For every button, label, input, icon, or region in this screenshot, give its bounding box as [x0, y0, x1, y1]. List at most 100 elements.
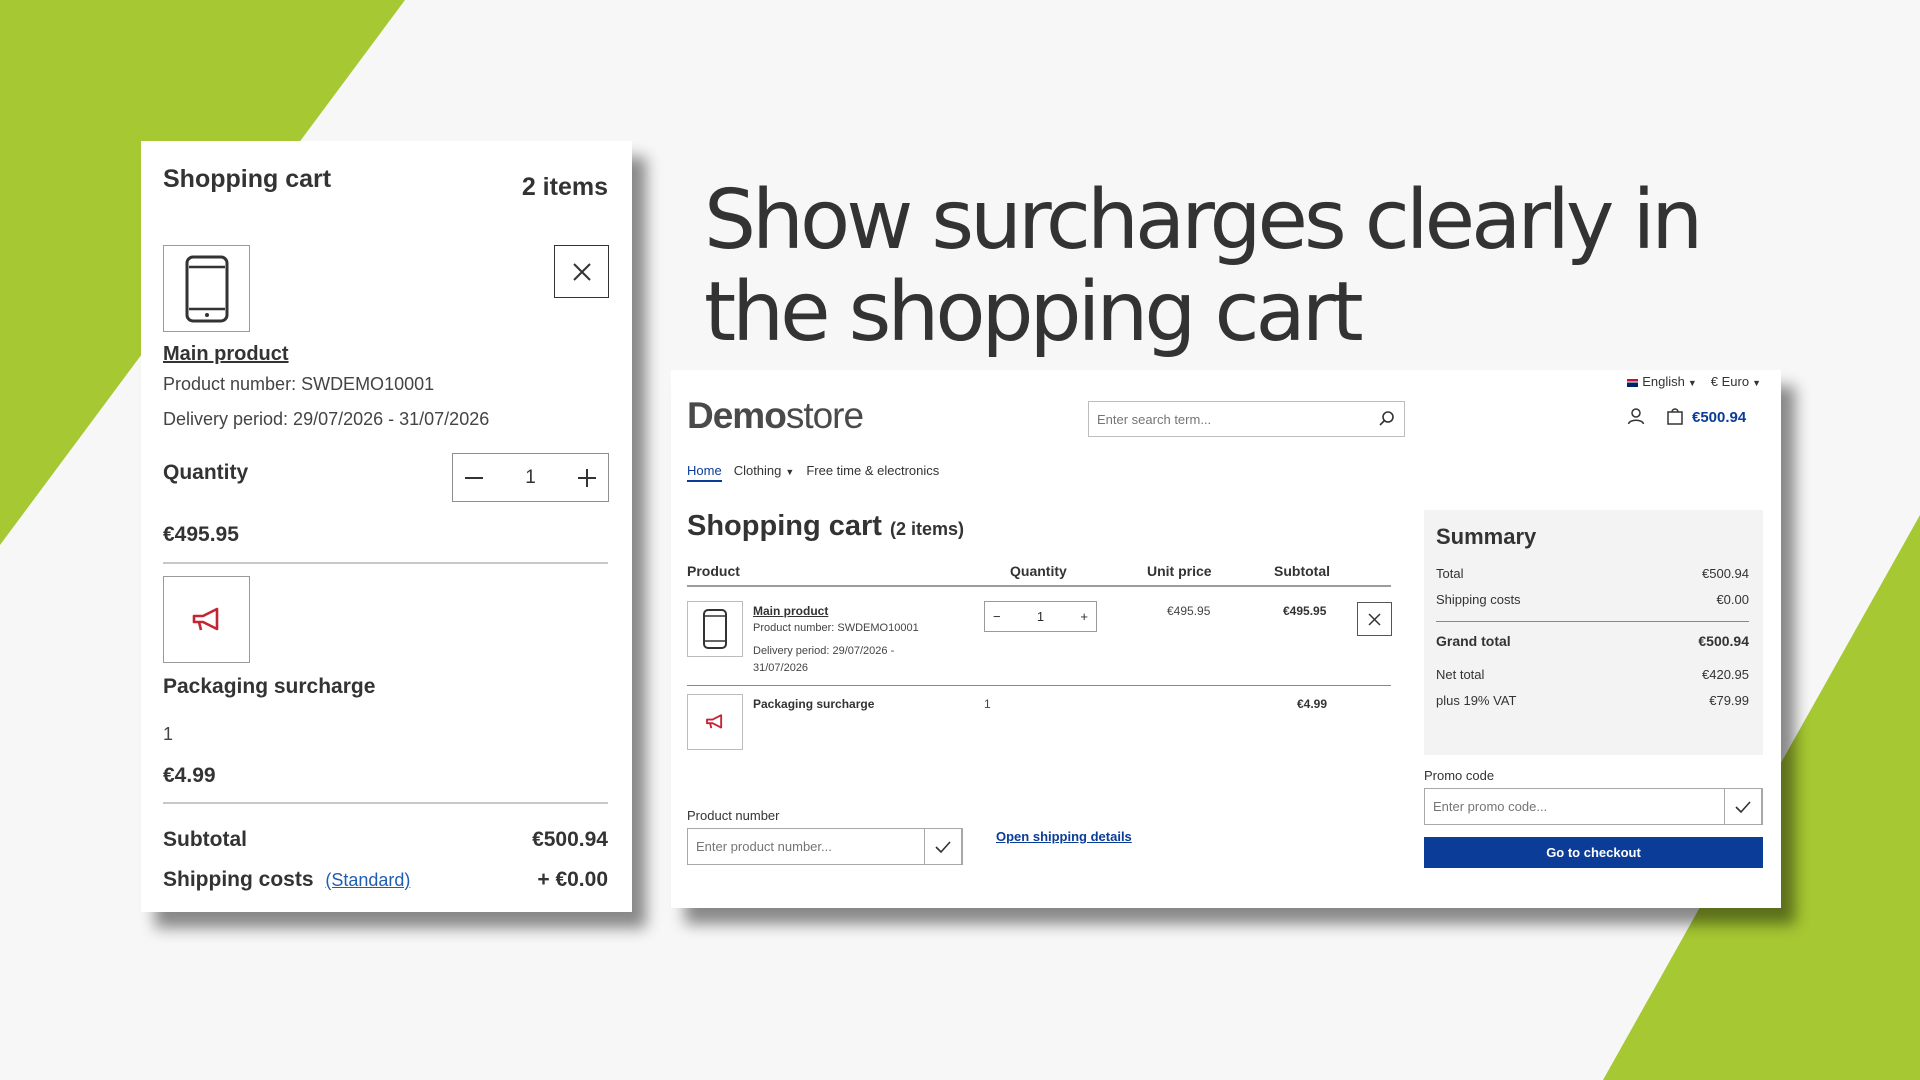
smartphone-icon [185, 255, 228, 322]
page-title-text: Shopping cart [687, 510, 882, 542]
promo-code-input[interactable] [1425, 789, 1720, 824]
subtotal-label: Subtotal [163, 828, 247, 851]
minus-icon[interactable]: − [993, 609, 1001, 624]
account-icon[interactable] [1627, 407, 1645, 425]
mobile-cart-title: Shopping cart [163, 165, 332, 193]
summary-vat-row: plus 19% VAT €79.99 [1436, 693, 1749, 708]
surcharge-subtotal: €4.99 [1297, 697, 1328, 711]
subtotal-row: Subtotal €500.94 [163, 828, 608, 852]
product-name-link[interactable]: Main product [163, 343, 289, 366]
summary-total-label: Total [1436, 566, 1464, 581]
plus-icon[interactable]: + [1080, 609, 1088, 624]
summary-shipping-row: Shipping costs €0.00 [1436, 592, 1749, 607]
add-product-button[interactable] [924, 828, 962, 865]
open-shipping-details-link[interactable]: Open shipping details [996, 829, 1132, 844]
promo-code-field [1424, 788, 1763, 825]
row-divider [687, 685, 1391, 686]
quantity-value[interactable]: 1 [525, 467, 536, 489]
summary-grand-total-row: Grand total €500.94 [1436, 633, 1749, 649]
quantity-value[interactable]: 1 [1037, 609, 1044, 624]
summary-vat-label: plus 19% VAT [1436, 693, 1517, 708]
shopping-bag-icon [1667, 407, 1683, 425]
summary-grand-total-value: €500.94 [1698, 633, 1749, 649]
language-label: English [1642, 374, 1685, 389]
product-number-label: Product number [687, 808, 780, 823]
summary-shipping-value: €0.00 [1716, 592, 1749, 607]
checkmark-icon [935, 840, 951, 853]
column-header-unit-price: Unit price [1147, 563, 1212, 579]
logo-bold: Demo [687, 395, 787, 436]
header-cart-button[interactable]: €500.94 [1666, 405, 1746, 426]
megaphone-icon [192, 607, 218, 630]
shipping-label: Shipping costs [163, 868, 314, 891]
page-title-count: (2 items) [890, 519, 965, 539]
surcharge-thumbnail [687, 694, 743, 750]
shipping-method-link[interactable]: (Standard) [325, 870, 410, 890]
line-item-name-link[interactable]: Main product [753, 604, 828, 618]
go-to-checkout-button[interactable]: Go to checkout [1424, 837, 1763, 868]
quantity-label: Quantity [163, 461, 249, 484]
headline-line-2: the shopping cart [704, 265, 1364, 360]
summary-net-total-row: Net total €420.95 [1436, 667, 1749, 682]
surcharge-quantity: 1 [984, 697, 991, 711]
currency-switcher[interactable]: € Euro ▼ [1711, 374, 1761, 389]
checkmark-icon [1735, 800, 1751, 813]
surcharge-thumbnail [163, 576, 250, 663]
line-item-delivery-line-2: 31/07/2026 [753, 662, 809, 674]
uk-flag-icon [1627, 378, 1639, 387]
summary-grand-total-label: Grand total [1436, 633, 1511, 649]
order-summary: Summary Total €500.94 Shipping costs €0.… [1424, 510, 1763, 755]
slide-headline: Show surcharges clearly in the shopping … [704, 175, 1804, 359]
nav-item-clothing[interactable]: Clothing ▼ [734, 463, 795, 482]
chevron-down-icon: ▼ [1687, 378, 1697, 388]
divider [163, 802, 608, 804]
delivery-period: Delivery period: 29/07/2026 - 31/07/2026 [163, 409, 490, 429]
line-item-unit-price: €495.95 [1167, 604, 1211, 618]
product-thumbnail[interactable] [163, 245, 250, 332]
table-header-divider [687, 585, 1391, 587]
line-item-delivery-line-1: Delivery period: 29/07/2026 - [753, 645, 895, 657]
apply-promo-button[interactable] [1724, 788, 1762, 825]
main-navigation: Home Clothing ▼ Free time & electronics [687, 463, 939, 482]
logo-light: store [785, 395, 864, 436]
line-item-product-number: Product number: SWDEMO10001 [753, 622, 919, 634]
surcharge-quantity: 1 [163, 724, 174, 744]
megaphone-icon [706, 714, 723, 729]
nav-item-free-time[interactable]: Free time & electronics [806, 463, 939, 482]
summary-net-total-label: Net total [1436, 667, 1485, 682]
summary-net-total-value: €420.95 [1702, 667, 1749, 682]
search-input[interactable] [1097, 411, 1367, 427]
column-header-product: Product [687, 563, 740, 579]
language-switcher[interactable]: English ▼ [1627, 374, 1697, 389]
page-title: Shopping cart (2 items) [687, 510, 964, 543]
minus-icon[interactable] [463, 467, 485, 489]
desktop-cart-page: English▼ € Euro▼ Demostore €500.94 Home … [671, 370, 1781, 908]
surcharge-price: €4.99 [163, 764, 216, 787]
summary-divider [1436, 621, 1749, 622]
quantity-stepper: − 1 + [984, 601, 1097, 632]
product-thumbnail[interactable] [687, 601, 743, 657]
summary-vat-value: €79.99 [1709, 693, 1749, 708]
subtotal-value: €500.94 [532, 828, 608, 851]
shipping-value: + €0.00 [537, 868, 608, 891]
header-cart-total: €500.94 [1692, 409, 1747, 426]
store-logo[interactable]: Demostore [687, 395, 864, 437]
column-header-quantity: Quantity [1010, 563, 1067, 579]
divider [163, 562, 608, 564]
search-icon[interactable] [1378, 410, 1396, 428]
nav-item-home[interactable]: Home [687, 463, 722, 482]
remove-item-button[interactable] [554, 245, 609, 298]
column-header-subtotal: Subtotal [1274, 563, 1330, 579]
smartphone-icon [703, 609, 727, 649]
shipping-label-group: Shipping costs (Standard) [163, 868, 410, 892]
headline-line-1: Show surcharges clearly in [704, 173, 1703, 268]
remove-item-button[interactable] [1357, 602, 1392, 636]
line-item-subtotal: €495.95 [1283, 604, 1327, 618]
product-number-input[interactable] [688, 829, 918, 864]
summary-shipping-label: Shipping costs [1436, 592, 1521, 607]
surcharge-name: Packaging surcharge [163, 675, 376, 698]
plus-icon[interactable] [576, 467, 598, 489]
top-bar: English ▼ € Euro ▼ [1627, 374, 1761, 389]
surcharge-name: Packaging surcharge [753, 697, 875, 711]
product-number-field [687, 828, 963, 865]
